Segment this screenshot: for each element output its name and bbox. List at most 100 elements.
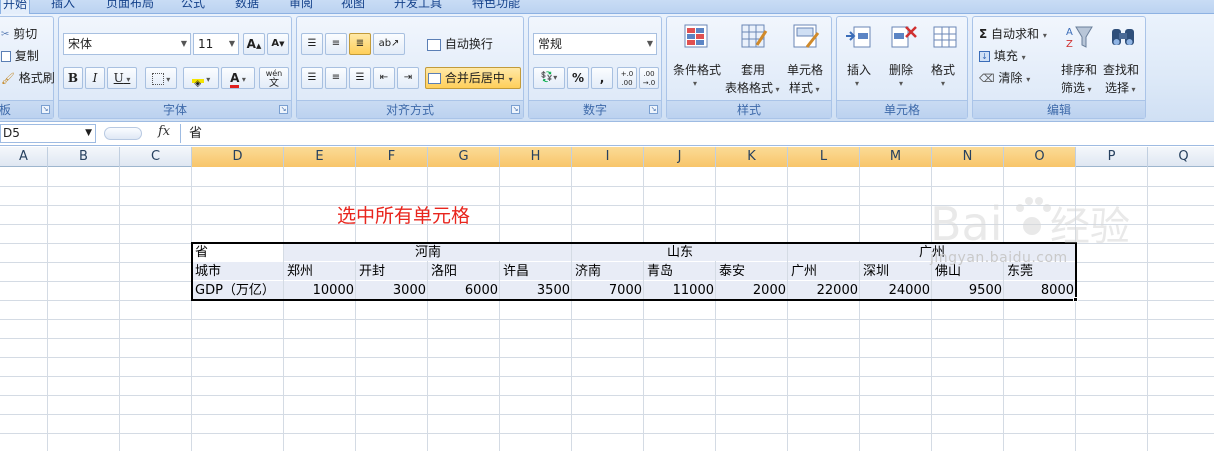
sort-filter-button[interactable]: A Z 排序和 筛选 ▾ bbox=[1059, 23, 1099, 101]
cell-city[interactable]: 开封 bbox=[356, 262, 428, 281]
alignment-launcher-icon[interactable]: ↘ bbox=[511, 105, 520, 114]
column-header-n[interactable]: N bbox=[932, 147, 1004, 167]
cell-gdp-value[interactable]: 22000 bbox=[788, 281, 860, 300]
name-box[interactable]: D5 ▼ bbox=[0, 124, 96, 143]
tab-view[interactable]: 视图 bbox=[338, 0, 368, 14]
worksheet-grid[interactable]: ABCDEFGHIJKLMNOPQ 省河南 山东 广州 城市 郑州 开封 洛阳 许昌 济南 青岛泰… bbox=[0, 147, 1214, 451]
tab-home[interactable]: 开始 bbox=[0, 0, 30, 14]
column-header-e[interactable]: E bbox=[284, 147, 356, 167]
orientation-button[interactable]: ab↗ bbox=[373, 33, 405, 55]
column-header-p[interactable]: P bbox=[1076, 147, 1148, 167]
cell-city[interactable]: 深圳 bbox=[860, 262, 932, 281]
align-top-button[interactable]: ☰ bbox=[301, 33, 323, 55]
align-left-button[interactable]: ☰ bbox=[301, 67, 323, 89]
insert-cells-button[interactable]: 插入 ▾ bbox=[839, 23, 879, 101]
cell-gdp-value[interactable]: 9500 bbox=[932, 281, 1004, 300]
comma-button[interactable]: , bbox=[591, 67, 613, 89]
increase-decimal-button[interactable]: +.0 .00 bbox=[617, 67, 637, 89]
grow-font-button[interactable]: A▲ bbox=[243, 33, 265, 55]
font-name-select[interactable]: 宋体 ▼ bbox=[63, 33, 191, 55]
formula-input[interactable]: 省 bbox=[180, 124, 1214, 143]
wrap-text-button[interactable]: 自动换行 bbox=[427, 35, 493, 52]
tab-formulas[interactable]: 公式 bbox=[178, 0, 208, 14]
column-header-b[interactable]: B bbox=[48, 147, 120, 167]
cell-city[interactable]: 郑州 bbox=[284, 262, 356, 281]
align-bottom-button[interactable]: ≣ bbox=[349, 33, 371, 55]
copy-button[interactable]: 复制 bbox=[1, 47, 39, 64]
tab-data[interactable]: 数据 bbox=[232, 0, 262, 14]
cell-city[interactable]: 广州 bbox=[788, 262, 860, 281]
clipboard-launcher-icon[interactable]: ↘ bbox=[41, 105, 50, 114]
cell-styles-button[interactable]: 单元格 样式 ▾ bbox=[785, 23, 829, 101]
align-middle-button[interactable]: ≡ bbox=[325, 33, 347, 55]
tab-page-layout[interactable]: 页面布局 bbox=[102, 0, 158, 14]
find-select-button[interactable]: 查找和 选择 ▾ bbox=[1101, 23, 1145, 101]
format-cells-button[interactable]: 格式 ▾ bbox=[925, 23, 965, 101]
cell-city[interactable]: 许昌 bbox=[500, 262, 572, 281]
column-header-c[interactable]: C bbox=[120, 147, 192, 167]
column-header-g[interactable]: G bbox=[428, 147, 500, 167]
italic-button[interactable]: I bbox=[85, 67, 105, 89]
align-right-button[interactable]: ☰ bbox=[349, 67, 371, 89]
column-header-f[interactable]: F bbox=[356, 147, 428, 167]
format-as-table-button[interactable]: 套用 表格格式 ▾ bbox=[725, 23, 783, 101]
shrink-font-button[interactable]: A▼ bbox=[267, 33, 289, 55]
phonetic-guide-button[interactable]: wén 文 bbox=[259, 67, 289, 89]
number-launcher-icon[interactable]: ↘ bbox=[649, 105, 658, 114]
column-header-k[interactable]: K bbox=[716, 147, 788, 167]
cell-gdp-value[interactable]: 11000 bbox=[644, 281, 716, 300]
tab-developer[interactable]: 开发工具 bbox=[390, 0, 446, 14]
cell-province-henan[interactable]: 河南 bbox=[284, 243, 572, 262]
cell-gdp-value[interactable]: 7000 bbox=[572, 281, 644, 300]
merge-center-button[interactable]: 合并后居中 ▾ bbox=[425, 67, 521, 89]
fill-button[interactable]: ↓ 填充 ▾ bbox=[979, 47, 1026, 64]
cell-gdp-value[interactable]: 3000 bbox=[356, 281, 428, 300]
cell-gdp-value[interactable]: 8000 bbox=[1004, 281, 1076, 300]
borders-button[interactable]: ▾ bbox=[145, 67, 177, 89]
column-header-a[interactable]: A bbox=[0, 147, 48, 167]
tab-special-features[interactable]: 特色功能 bbox=[468, 0, 524, 14]
column-header-d[interactable]: D bbox=[192, 147, 284, 167]
number-format-select[interactable]: 常规 ▼ bbox=[533, 33, 657, 55]
format-painter-button[interactable]: 🖌 格式刷 bbox=[1, 69, 55, 86]
cell-gdp-value[interactable]: 6000 bbox=[428, 281, 500, 300]
cell-province-shandong[interactable]: 山东 bbox=[572, 243, 788, 262]
cell-province-label[interactable]: 省 bbox=[192, 243, 284, 262]
column-header-j[interactable]: J bbox=[644, 147, 716, 167]
column-header-o[interactable]: O bbox=[1004, 147, 1076, 167]
column-header-h[interactable]: H bbox=[500, 147, 572, 167]
cell-gdp-value[interactable]: 24000 bbox=[860, 281, 932, 300]
column-header-l[interactable]: L bbox=[788, 147, 860, 167]
conditional-format-button[interactable]: 条件格式 ▾ bbox=[671, 23, 723, 101]
cell-city[interactable]: 泰安 bbox=[716, 262, 788, 281]
cell-gdp-value[interactable]: 10000 bbox=[284, 281, 356, 300]
underline-button[interactable]: U ▾ bbox=[107, 67, 137, 89]
cell-gdp-label[interactable]: GDP（万亿） bbox=[192, 281, 284, 300]
bold-button[interactable]: B bbox=[63, 67, 83, 89]
increase-indent-button[interactable]: ⇥ bbox=[397, 67, 419, 89]
cell-gdp-value[interactable]: 3500 bbox=[500, 281, 572, 300]
clear-button[interactable]: ⌫ 清除 ▾ bbox=[979, 69, 1030, 86]
decrease-decimal-button[interactable]: .00 →.0 bbox=[639, 67, 659, 89]
column-header-i[interactable]: I bbox=[572, 147, 644, 167]
cut-button[interactable]: ✂ 剪切 bbox=[1, 25, 37, 42]
fill-handle[interactable] bbox=[1073, 297, 1078, 302]
cell-gdp-value[interactable]: 2000 bbox=[716, 281, 788, 300]
percent-button[interactable]: % bbox=[567, 67, 589, 89]
tab-review[interactable]: 审阅 bbox=[286, 0, 316, 14]
currency-button[interactable]: 💱▾ bbox=[533, 67, 565, 89]
align-center-button[interactable]: ≡ bbox=[325, 67, 347, 89]
cell-city-label[interactable]: 城市 bbox=[192, 262, 284, 281]
cell-city[interactable]: 济南 bbox=[572, 262, 644, 281]
delete-cells-button[interactable]: 删除 ▾ bbox=[883, 23, 923, 101]
insert-function-button[interactable]: fx bbox=[158, 124, 170, 139]
column-header-q[interactable]: Q bbox=[1148, 147, 1214, 167]
decrease-indent-button[interactable]: ⇤ bbox=[373, 67, 395, 89]
fill-color-button[interactable]: ◈ ▾ bbox=[183, 67, 219, 89]
font-launcher-icon[interactable]: ↘ bbox=[279, 105, 288, 114]
font-color-button[interactable]: A ▾ bbox=[221, 67, 255, 89]
cell-city[interactable]: 青岛 bbox=[644, 262, 716, 281]
column-header-m[interactable]: M bbox=[860, 147, 932, 167]
cell-city[interactable]: 洛阳 bbox=[428, 262, 500, 281]
font-size-select[interactable]: 11 ▼ bbox=[193, 33, 239, 55]
